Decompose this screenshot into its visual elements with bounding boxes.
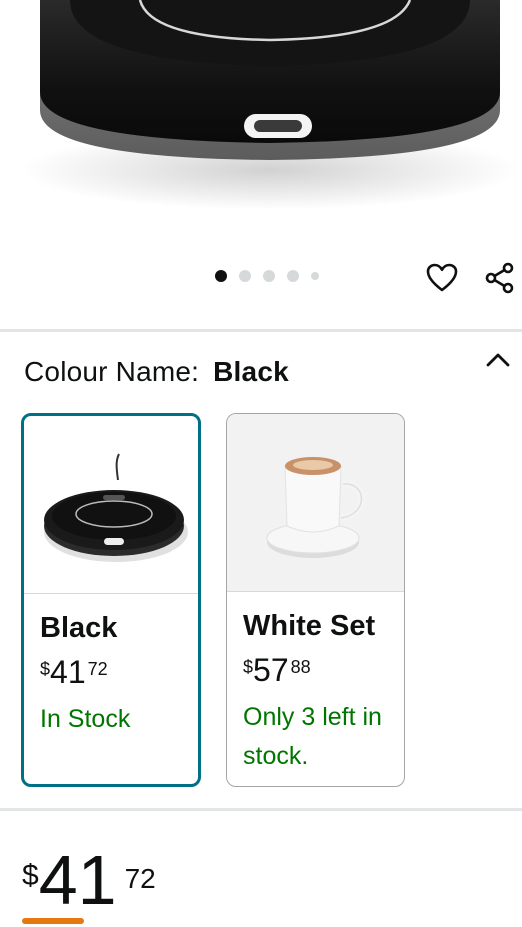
wishlist-button[interactable] — [424, 260, 460, 296]
share-icon — [485, 262, 514, 294]
black-cup-warmer-thumbnail — [44, 453, 188, 562]
price-fraction: 88 — [290, 657, 311, 677]
heart-icon — [426, 263, 458, 292]
colour-option-black[interactable]: Black $ 41 72 In Stock — [21, 413, 201, 787]
section-divider — [0, 808, 522, 811]
carousel-dot-1[interactable] — [215, 270, 227, 282]
price-fraction: 72 — [87, 659, 108, 679]
price-currency: $ — [243, 657, 254, 677]
white-cup-set-thumbnail — [266, 457, 365, 558]
colour-option-name: White Set — [243, 610, 376, 642]
carousel-dot-2[interactable] — [239, 270, 251, 282]
price-currency: $ — [40, 659, 51, 679]
colour-name-value: Black — [213, 356, 289, 387]
price-underline — [22, 918, 84, 924]
main-price-currency: $ — [22, 859, 39, 892]
stock-status: In Stock — [40, 705, 131, 733]
stock-status: Only 3 left in stock. — [243, 703, 382, 770]
colour-name-header: Colour Name: Black — [24, 356, 289, 388]
image-carousel-controls — [0, 250, 522, 310]
main-price: $ 41 72 — [22, 845, 156, 915]
share-button[interactable] — [482, 260, 518, 296]
product-image[interactable] — [0, 0, 522, 215]
price-whole: 57 — [253, 652, 289, 688]
carousel-dot-3[interactable] — [263, 270, 275, 282]
product-image-cup-warmer — [20, 0, 520, 210]
colour-option-price: $ 57 88 — [243, 654, 311, 686]
colour-option-price: $ 41 72 — [40, 656, 108, 688]
carousel-dot-5[interactable] — [311, 272, 319, 280]
colour-option-image — [227, 414, 404, 592]
colour-option-white-set[interactable]: White Set $ 57 88 Only 3 left in stock. — [226, 413, 405, 787]
price-whole: 41 — [50, 654, 86, 690]
chevron-up-icon — [486, 353, 510, 367]
carousel-dot-4[interactable] — [287, 270, 299, 282]
colour-option-name: Black — [40, 612, 118, 644]
collapse-button[interactable] — [482, 344, 514, 376]
main-price-fraction: 72 — [124, 863, 156, 894]
colour-name-label: Colour Name: — [24, 356, 200, 387]
carousel-dots — [215, 270, 319, 282]
colour-option-image — [24, 416, 198, 594]
section-divider — [0, 329, 522, 332]
main-price-whole: 41 — [38, 841, 117, 919]
